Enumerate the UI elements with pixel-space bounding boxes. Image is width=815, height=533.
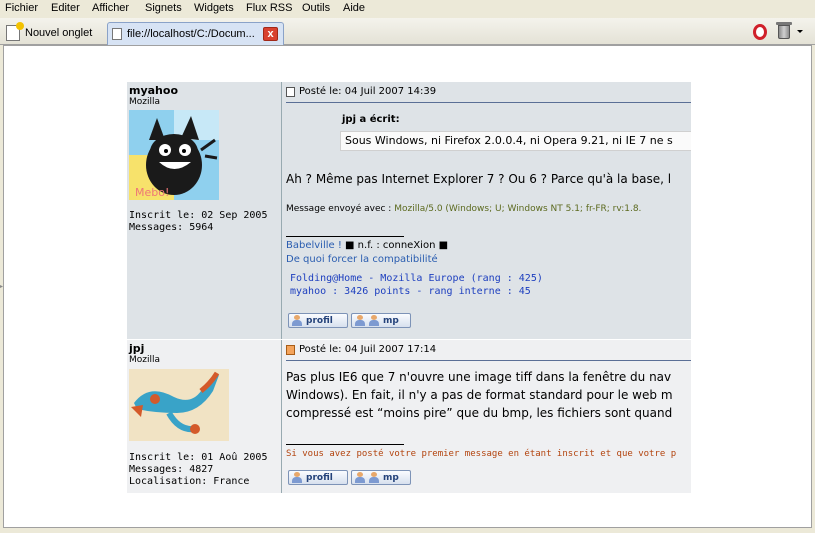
ua-value: Mozilla/5.0 (Windows; U; Windows NT 5.1;… [394, 204, 642, 214]
mp-button-icon [369, 472, 379, 483]
user-rank: Mozilla [129, 355, 161, 365]
user-message-count: Messages: 5964 [129, 222, 214, 233]
post-pane: Posté le: 04 Juil 2007 14:39 jpj a écrit… [284, 82, 691, 339]
profile-button[interactable]: profil [288, 470, 348, 485]
forum-thread: myahoo Mozilla Mebo! Inscrit le: 02 Sep … [127, 82, 691, 493]
user-rank: Mozilla [129, 97, 161, 107]
new-tab-label: Nouvel onglet [25, 27, 93, 39]
profile-button-icon [292, 315, 302, 326]
tab-title: file://localhost/C:/Docum... [127, 28, 255, 40]
menu-flux-rss[interactable]: Flux RSS [246, 2, 292, 14]
opera-icon[interactable] [753, 24, 767, 40]
post-body-line: Windows). En fait, il n'y a pas de forma… [286, 388, 673, 402]
post-body-line: Pas plus IE6 que 7 n'ouvre une image tif… [286, 370, 672, 384]
post-body: Ah ? Même pas Internet Explorer 7 ? Ou 6… [286, 172, 672, 186]
user-agent-line: Message envoyé avec : Mozilla/5.0 (Windo… [286, 204, 641, 214]
user-location: Localisation: France [129, 476, 250, 487]
menu-editer[interactable]: Editer [51, 2, 80, 14]
quote-author: jpj a écrit: [342, 114, 400, 125]
post-header: Posté le: 04 Juil 2007 17:14 [286, 344, 436, 355]
close-icon[interactable]: x [263, 27, 278, 41]
ua-prefix: Message envoyé avec : [286, 204, 392, 214]
mp-button-label: mp [383, 472, 399, 483]
signature-text: ■ n.f. : conneXion ■ [345, 240, 449, 251]
signature-warning: Si vous avez posté votre premier message… [286, 449, 677, 459]
profile-button[interactable]: profil [288, 313, 348, 328]
dropdown-arrow-icon[interactable] [797, 30, 803, 33]
signature-divider [286, 444, 404, 445]
menu-outils[interactable]: Outils [302, 2, 330, 14]
signature-divider [286, 236, 404, 237]
user-joined: Inscrit le: 01 Aoû 2005 [129, 452, 268, 463]
trash-icon[interactable] [776, 22, 792, 39]
divider [286, 360, 691, 361]
new-tab-button[interactable]: Nouvel onglet [6, 21, 92, 45]
mp-button-icon [355, 315, 365, 326]
menu-bar: Fichier Editer Afficher Signets Widgets … [0, 0, 815, 18]
profile-button-label: profil [306, 472, 333, 483]
tab-strip: Nouvel onglet file://localhost/C:/Docum.… [0, 18, 815, 45]
username[interactable]: jpj [129, 342, 144, 355]
avatar: Mebo! [129, 110, 219, 200]
menu-aide[interactable]: Aide [343, 2, 365, 14]
tab-active[interactable]: file://localhost/C:/Docum... x [107, 22, 284, 45]
user-message-count: Messages: 4827 [129, 464, 214, 475]
menu-fichier[interactable]: Fichier [5, 2, 38, 14]
mp-button-icon [355, 472, 365, 483]
mp-button[interactable]: mp [351, 313, 411, 328]
post-header: Posté le: 04 Juil 2007 14:39 [286, 86, 436, 97]
new-tab-icon [6, 22, 24, 41]
post-icon [286, 344, 295, 355]
svg-text:Mebo!: Mebo! [135, 186, 169, 199]
folding-link[interactable]: Folding@Home - Mozilla Europe (rang : 42… [290, 272, 543, 285]
post-body-line: compressé est “moins pire” que du bmp, l… [286, 406, 673, 420]
post-date: Posté le: 04 Juil 2007 17:14 [299, 344, 437, 355]
post-icon [286, 86, 295, 97]
quote-box: Sous Windows, ni Firefox 2.0.0.4, ni Ope… [340, 131, 691, 151]
post-date: Posté le: 04 Juil 2007 14:39 [299, 86, 437, 97]
compat-link[interactable]: De quoi forcer la compatibilité [286, 254, 438, 265]
menu-widgets[interactable]: Widgets [194, 2, 234, 14]
page-icon [112, 28, 122, 40]
divider [286, 102, 691, 103]
signature-line-1: Babelville ! ■ n.f. : conneXion ■ [286, 240, 448, 251]
mp-button-icon [369, 315, 379, 326]
profile-button-icon [292, 472, 302, 483]
page-viewport: myahoo Mozilla Mebo! Inscrit le: 02 Sep … [3, 45, 812, 528]
mp-button-label: mp [383, 315, 399, 326]
babelville-link[interactable]: Babelville ! [286, 240, 342, 251]
username[interactable]: myahoo [129, 84, 178, 97]
mp-button[interactable]: mp [351, 470, 411, 485]
profile-button-label: profil [306, 315, 333, 326]
post-row: jpj Mozilla Inscrit le: 01 Aoû 2005 Mess… [127, 340, 691, 493]
user-joined: Inscrit le: 02 Sep 2005 [129, 210, 268, 221]
menu-afficher[interactable]: Afficher [92, 2, 129, 14]
avatar [129, 369, 229, 441]
user-pane: jpj Mozilla Inscrit le: 01 Aoû 2005 Mess… [127, 340, 282, 493]
post-pane: Posté le: 04 Juil 2007 17:14 Pas plus IE… [284, 340, 691, 493]
folding-stats[interactable]: myahoo : 3426 points - rang interne : 45 [290, 285, 531, 298]
user-pane: myahoo Mozilla Mebo! Inscrit le: 02 Sep … [127, 82, 282, 339]
post-row: myahoo Mozilla Mebo! Inscrit le: 02 Sep … [127, 82, 691, 339]
menu-signets[interactable]: Signets [145, 2, 182, 14]
